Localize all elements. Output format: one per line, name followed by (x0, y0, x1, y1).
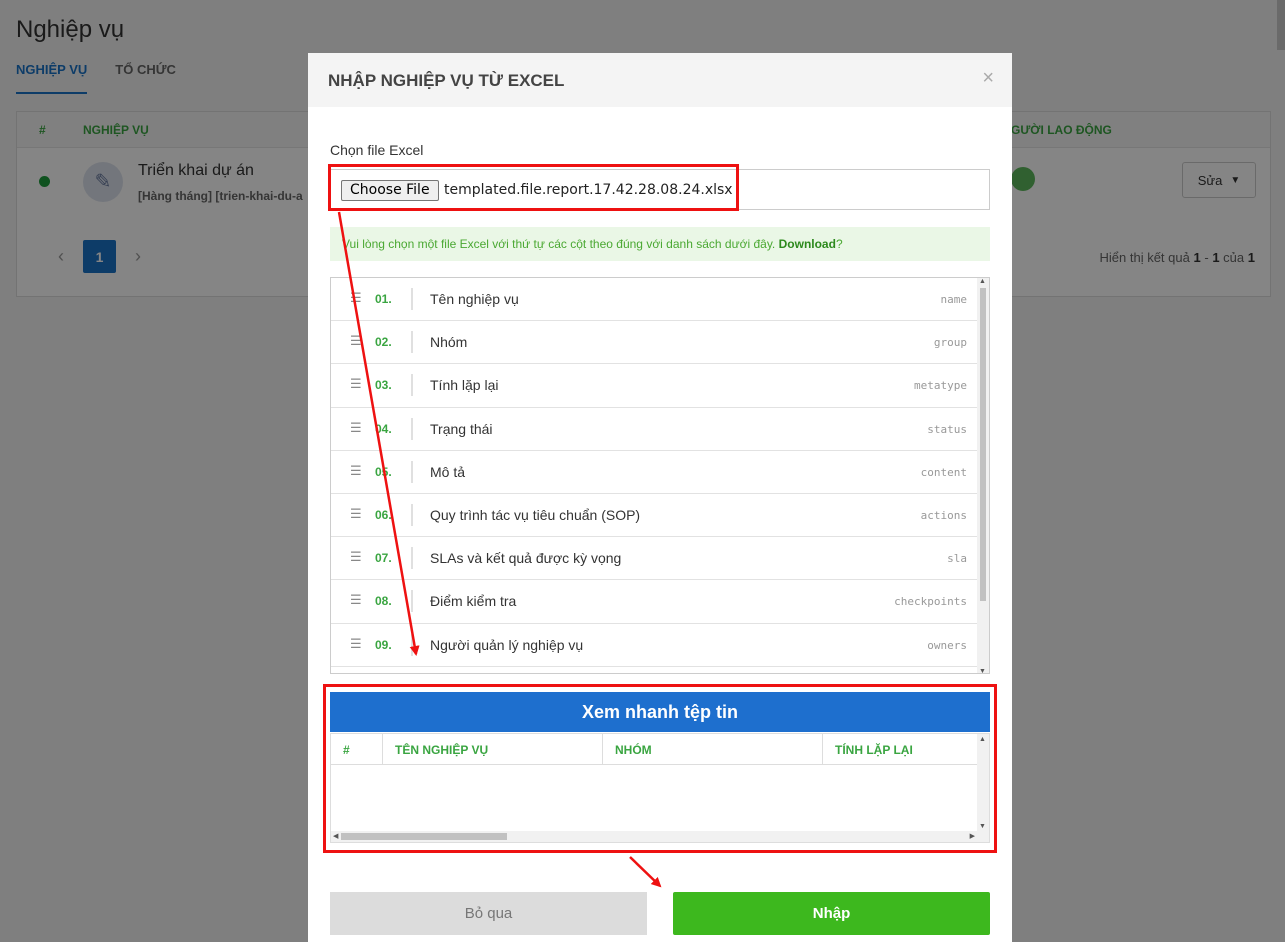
column-row[interactable]: ☰ 01. Tên nghiệp vụ name (331, 278, 989, 322)
highlight-box-preview (323, 684, 997, 853)
column-key: sla (947, 552, 967, 566)
row-separator (411, 590, 413, 613)
column-label: Nhóm (430, 334, 468, 351)
column-number: 04. (375, 421, 392, 436)
close-icon[interactable]: × (982, 67, 994, 90)
drag-handle-icon[interactable]: ☰ (350, 549, 362, 565)
column-key: owners (927, 638, 967, 652)
column-number: 06. (375, 507, 392, 522)
row-separator (411, 633, 413, 656)
column-number: 07. (375, 551, 392, 566)
scroll-up-icon[interactable]: ▲ (979, 278, 986, 285)
list-scrollbar[interactable]: ▲ ▼ (977, 278, 989, 673)
row-separator (411, 331, 413, 354)
scroll-down-icon[interactable]: ▼ (979, 668, 986, 673)
row-separator (411, 503, 413, 526)
drag-handle-icon[interactable]: ☰ (350, 420, 362, 436)
column-number: 01. (375, 292, 392, 306)
row-separator (411, 417, 413, 440)
info-text: Vui lòng chọn một file Excel với thứ tự … (342, 237, 776, 251)
skip-button[interactable]: Bỏ qua (330, 892, 647, 935)
column-label: Quy trình tác vụ tiêu chuẩn (SOP) (430, 506, 641, 523)
column-label: Điểm kiểm tra (430, 593, 517, 610)
column-order-list: ☰ 01. Tên nghiệp vụ name ☰ 02. Nhóm group ☰ 03. Tí… (330, 277, 990, 674)
modal-title: NHẬP NGHIỆP VỤ TỪ EXCEL (328, 71, 565, 90)
row-separator (411, 460, 413, 483)
row-separator (411, 288, 413, 310)
row-separator (411, 547, 413, 570)
column-number: 05. (375, 464, 392, 479)
drag-handle-icon[interactable]: ☰ (350, 376, 362, 392)
column-key: content (920, 465, 967, 479)
column-key: checkpoints (894, 595, 967, 609)
highlight-box-file (328, 164, 739, 211)
column-number: 03. (375, 378, 392, 393)
column-label: Người quản lý nghiệp vụ (430, 636, 584, 653)
column-number: 09. (375, 637, 392, 652)
column-key: status (927, 422, 967, 436)
column-number: 02. (375, 335, 392, 350)
column-key: group (933, 336, 967, 350)
column-key: metatype (914, 379, 967, 393)
column-label: Tên nghiệp vụ (430, 291, 519, 307)
info-message: Vui lòng chọn một file Excel với thứ tự … (330, 227, 990, 261)
column-row[interactable]: ☰ 04. Trạng thái status (331, 408, 989, 451)
drag-handle-icon[interactable]: ☰ (350, 290, 362, 306)
modal-header: NHẬP NGHIỆP VỤ TỪ EXCEL × (308, 53, 1012, 107)
info-suffix: ? (835, 237, 843, 251)
file-label: Chọn file Excel (330, 142, 424, 158)
column-row[interactable]: ☰ 02. Nhóm group (331, 321, 989, 365)
scroll-thumb[interactable] (980, 288, 986, 601)
drag-handle-icon[interactable]: ☰ (350, 592, 362, 608)
import-button[interactable]: Nhập (673, 892, 990, 935)
drag-handle-icon[interactable]: ☰ (350, 636, 362, 652)
column-row[interactable]: ☰ 09. Người quản lý nghiệp vụ owners (331, 624, 989, 667)
drag-handle-icon[interactable]: ☰ (350, 333, 362, 349)
column-label: Mô tả (430, 463, 466, 480)
column-key: name (940, 293, 968, 306)
column-label: Trạng thái (430, 420, 493, 437)
row-separator (411, 374, 413, 397)
column-row[interactable]: ☰ 07. SLAs và kết quả được kỳ vọng sla (331, 537, 989, 581)
drag-handle-icon[interactable]: ☰ (350, 463, 362, 479)
download-link[interactable]: Download (779, 237, 836, 251)
column-row[interactable]: ☰ 08. Điểm kiểm tra checkpoints (331, 580, 989, 624)
column-label: Tính lặp lại (430, 377, 499, 394)
column-row[interactable]: ☰ 03. Tính lặp lại metatype (331, 364, 989, 408)
column-row[interactable]: ☰ 06. Quy trình tác vụ tiêu chuẩn (SOP) act… (331, 494, 989, 538)
column-row[interactable]: ☰ 05. Mô tả content (331, 451, 989, 494)
drag-handle-icon[interactable]: ☰ (350, 506, 362, 522)
column-number: 08. (375, 594, 392, 609)
column-label: SLAs và kết quả được kỳ vọng (430, 550, 622, 567)
import-modal: NHẬP NGHIỆP VỤ TỪ EXCEL × Chọn file Exce… (308, 53, 1012, 942)
column-key: actions (920, 508, 967, 522)
